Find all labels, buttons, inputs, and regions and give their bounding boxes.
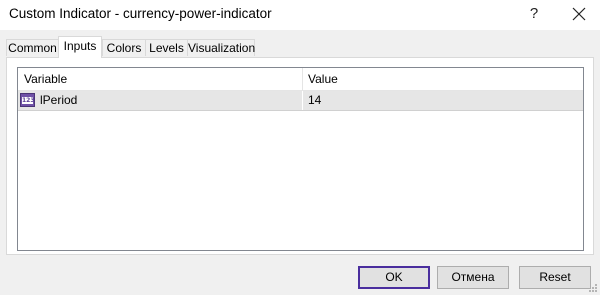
- integer-type-icon: 123: [20, 93, 35, 107]
- tab-colors[interactable]: Colors: [102, 39, 146, 56]
- close-button[interactable]: [565, 3, 593, 25]
- table-row[interactable]: 123 lPeriod 14: [18, 91, 583, 111]
- variable-cell: lPeriod: [40, 93, 78, 107]
- title-bar: Custom Indicator - currency-power-indica…: [0, 0, 600, 30]
- cell-divider: [302, 91, 303, 110]
- column-divider[interactable]: [302, 68, 303, 90]
- reset-button[interactable]: Reset: [519, 266, 591, 289]
- grid-header: Variable Value: [18, 68, 583, 91]
- inputs-grid: Variable Value 123 lPeriod 14: [17, 67, 584, 251]
- ok-button[interactable]: OK: [358, 266, 430, 289]
- help-button[interactable]: ?: [521, 3, 547, 25]
- column-header-value[interactable]: Value: [308, 68, 338, 90]
- value-cell[interactable]: 14: [308, 91, 321, 110]
- column-header-variable[interactable]: Variable: [24, 68, 67, 90]
- close-icon: [572, 7, 586, 21]
- tab-levels[interactable]: Levels: [145, 39, 188, 56]
- tab-visualization[interactable]: Visualization: [187, 39, 255, 56]
- dialog-body: Common Inputs Colors Levels Visualizatio…: [0, 30, 600, 295]
- resize-grip-icon[interactable]: [588, 283, 598, 293]
- tab-inputs[interactable]: Inputs: [58, 36, 102, 58]
- cancel-button[interactable]: Отмена: [437, 266, 509, 289]
- inputs-panel: Variable Value 123 lPeriod 14: [6, 57, 594, 255]
- window-title: Custom Indicator - currency-power-indica…: [9, 6, 272, 21]
- integer-type-icon-label: 123: [22, 97, 35, 104]
- tab-common[interactable]: Common: [6, 39, 59, 56]
